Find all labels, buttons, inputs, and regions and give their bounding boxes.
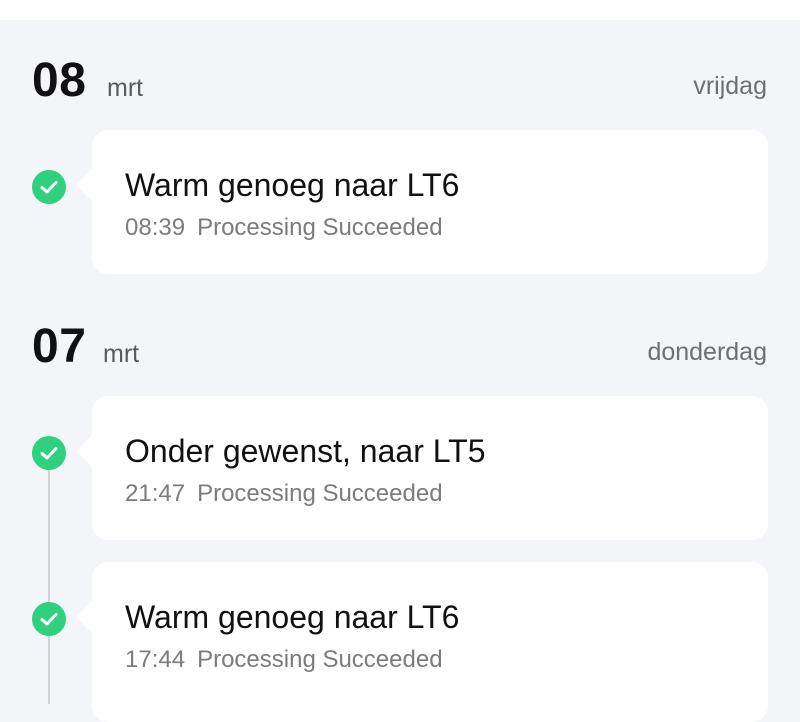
event-meta: 21:47 Processing Succeeded	[125, 480, 443, 508]
event-card[interactable]: Warm genoeg naar LT6 08:39 Processing Suc…	[76, 130, 768, 274]
event-title: Warm genoeg naar LT6	[125, 599, 460, 635]
check-circle-icon	[32, 170, 66, 204]
weekday-label: donderdag	[647, 338, 767, 366]
event-time: 21:47	[125, 480, 186, 507]
check-circle-icon	[32, 436, 66, 470]
month-label: mrt	[107, 74, 144, 102]
day-number: 08	[32, 54, 87, 107]
event-card[interactable]: Warm genoeg naar LT6 17:44 Processing Suc…	[76, 562, 768, 722]
event-status: Processing Succeeded	[197, 480, 443, 507]
event-time: 17:44	[125, 646, 186, 673]
event-title: Warm genoeg naar LT6	[125, 167, 460, 203]
weekday-label: vrijdag	[693, 72, 767, 100]
event-card[interactable]: Onder gewenst, naar LT5 21:47 Processing …	[76, 396, 768, 540]
event-title: Onder gewenst, naar LT5	[125, 433, 486, 469]
event-meta: 17:44 Processing Succeeded	[125, 646, 443, 674]
top-bar	[0, 0, 800, 20]
date-header: 08 mrt vrijdag	[0, 54, 800, 114]
timeline-connector	[48, 470, 50, 704]
day-number: 07	[32, 320, 87, 373]
check-circle-icon	[32, 602, 66, 636]
event-meta: 08:39 Processing Succeeded	[125, 214, 443, 242]
month-label: mrt	[103, 340, 140, 368]
event-status: Processing Succeeded	[197, 214, 443, 241]
event-time: 08:39	[125, 214, 186, 241]
date-header: 07 mrt donderdag	[0, 320, 800, 380]
event-status: Processing Succeeded	[197, 646, 443, 673]
